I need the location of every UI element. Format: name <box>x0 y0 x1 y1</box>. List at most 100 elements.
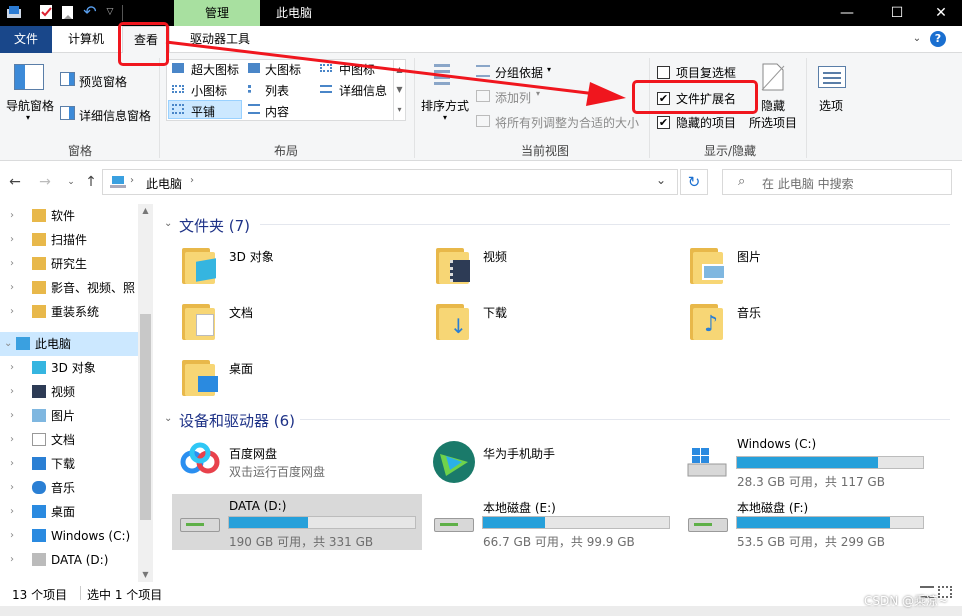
forward-icon[interactable]: → <box>36 173 54 191</box>
nav-item[interactable]: › 视频 <box>0 380 138 404</box>
nav-item[interactable]: › 图片 <box>0 404 138 428</box>
drive-usage-fill <box>229 517 309 528</box>
folder-item[interactable]: 图片 <box>737 248 761 265</box>
3d-objects-icon <box>32 361 46 374</box>
explorer-app-icon[interactable] <box>6 4 22 20</box>
nav-item[interactable]: › 文档 <box>0 428 138 452</box>
drive-name[interactable]: Windows (C:) <box>737 437 816 451</box>
tab-file[interactable]: 文件 <box>0 26 52 53</box>
tab-computer[interactable]: 计算机 <box>60 26 112 53</box>
nav-item-label: 软件 <box>51 209 76 223</box>
expand-open-icon[interactable]: ⌄ <box>4 332 16 356</box>
help-icon[interactable]: ? <box>930 31 946 47</box>
recent-locations-icon[interactable]: ⌄ <box>62 173 80 191</box>
folders-section-title[interactable]: 文件夹 (7) <box>179 215 250 236</box>
scroll-up-icon[interactable]: ▲ <box>140 206 151 215</box>
nav-item[interactable]: ⌄ 此电脑 <box>0 332 138 356</box>
expand-icon[interactable]: › <box>10 356 22 380</box>
hide-selected-line2[interactable]: 所选项目 <box>749 114 797 131</box>
item-checkboxes-label: 项目复选框 <box>676 66 737 80</box>
options-button[interactable]: 选项 <box>819 97 843 114</box>
up-icon[interactable]: ↑ <box>82 173 100 191</box>
new-folder-icon[interactable] <box>60 4 76 20</box>
nav-item[interactable]: › 音乐 <box>0 476 138 500</box>
address-dropdown-icon[interactable]: ⌄ <box>656 173 666 187</box>
nav-item[interactable]: › 软件 <box>0 204 138 228</box>
item-checkboxes-checkbox[interactable] <box>657 66 670 79</box>
close-button[interactable]: ✕ <box>918 0 962 26</box>
folder-item[interactable]: 音乐 <box>737 304 761 321</box>
properties-icon[interactable] <box>38 4 54 20</box>
folder-music-icon: ♪ <box>690 300 726 340</box>
hide-selected-line1[interactable]: 隐藏 <box>761 97 785 114</box>
nav-item[interactable]: › 影音、视频、照 <box>0 276 138 300</box>
collapse-ribbon-icon[interactable]: ⌄ <box>910 33 924 47</box>
refresh-button[interactable]: ↻ <box>680 169 708 195</box>
collapse-devices-icon[interactable]: ⌄ <box>164 413 172 424</box>
customize-toolbar-icon[interactable]: ▽ <box>102 4 118 20</box>
expand-icon[interactable]: › <box>10 572 22 574</box>
nav-scroll-thumb[interactable] <box>140 314 151 520</box>
nav-item[interactable]: › 3D 对象 <box>0 356 138 380</box>
folder-3d-objects-icon <box>182 244 218 284</box>
size-all-columns-button[interactable]: 将所有列调整为合适的大小 <box>495 114 639 131</box>
navigation-pane-button[interactable]: 导航窗格 <box>6 97 54 114</box>
expand-icon[interactable]: › <box>10 548 22 572</box>
expand-icon[interactable]: › <box>10 300 22 324</box>
expand-icon[interactable]: › <box>10 500 22 524</box>
minimize-button[interactable]: — <box>824 0 870 26</box>
hard-drive-icon <box>434 512 474 534</box>
drive-name[interactable]: 本地磁盘 (F:) <box>737 499 808 516</box>
scroll-down-icon[interactable]: ▼ <box>140 570 151 579</box>
expand-icon[interactable]: › <box>10 404 22 428</box>
folder-icon <box>32 305 46 318</box>
address-bar[interactable] <box>102 169 678 195</box>
breadcrumb-this-pc[interactable]: 此电脑 <box>146 175 182 192</box>
context-tab-manage[interactable]: 管理 <box>174 0 260 26</box>
folder-item[interactable]: 桌面 <box>229 360 253 377</box>
nav-item[interactable]: › 研究生 <box>0 252 138 276</box>
folder-item[interactable]: 下载 <box>483 304 507 321</box>
breadcrumb-chevron-icon[interactable]: › <box>190 175 194 186</box>
hidden-items-checkbox[interactable]: ✔ <box>657 116 670 129</box>
nav-item[interactable]: › Windows (C:) <box>0 524 138 548</box>
preview-pane-button[interactable]: 预览窗格 <box>79 73 127 90</box>
maximize-button[interactable]: ☐ <box>874 0 920 26</box>
collapse-folders-icon[interactable]: ⌄ <box>164 218 172 229</box>
expand-icon[interactable]: › <box>10 228 22 252</box>
search-input[interactable]: 在 此电脑 中搜索 <box>762 175 854 192</box>
nav-item[interactable]: › 扫描件 <box>0 228 138 252</box>
nav-item[interactable]: › 本地磁盘 (E:) <box>0 572 138 574</box>
expand-icon[interactable]: › <box>10 476 22 500</box>
expand-icon[interactable]: › <box>10 380 22 404</box>
expand-icon[interactable]: › <box>10 428 22 452</box>
huawei-hisuite-name[interactable]: 华为手机助手 <box>483 445 555 462</box>
nav-item[interactable]: › 下载 <box>0 452 138 476</box>
folder-item[interactable]: 视频 <box>483 248 507 265</box>
group-label-pane: 窗格 <box>67 144 92 158</box>
expand-icon[interactable]: › <box>10 204 22 228</box>
hide-selected-icon <box>760 62 786 92</box>
expand-icon[interactable]: › <box>10 524 22 548</box>
drive-free-space: 190 GB 可用，共 331 GB <box>229 535 374 549</box>
nav-pane-dropdown-icon[interactable]: ▾ <box>26 113 30 122</box>
back-icon[interactable]: ← <box>6 173 24 191</box>
drive-name[interactable]: 本地磁盘 (E:) <box>483 499 556 516</box>
nav-item[interactable]: › DATA (D:) <box>0 548 138 572</box>
expand-icon[interactable]: › <box>10 252 22 276</box>
devices-section-title[interactable]: 设备和驱动器 (6) <box>179 410 295 431</box>
drive-name[interactable]: DATA (D:) <box>229 499 286 513</box>
expand-icon[interactable]: › <box>10 276 22 300</box>
undo-icon[interactable]: ↶ <box>82 4 98 20</box>
nav-item[interactable]: › 桌面 <box>0 500 138 524</box>
baidu-netdisk-name[interactable]: 百度网盘 <box>229 445 277 462</box>
drive-usage-bar <box>482 516 670 529</box>
breadcrumb-chevron-icon[interactable]: › <box>130 175 134 186</box>
bottom-strip <box>0 606 962 616</box>
expand-icon[interactable]: › <box>10 452 22 476</box>
nav-item[interactable]: › 重装系统 <box>0 300 138 324</box>
folder-item[interactable]: 3D 对象 <box>229 248 274 265</box>
details-pane-button[interactable]: 详细信息窗格 <box>79 107 151 124</box>
folder-item[interactable]: 文档 <box>229 304 253 321</box>
videos-icon <box>32 385 46 398</box>
